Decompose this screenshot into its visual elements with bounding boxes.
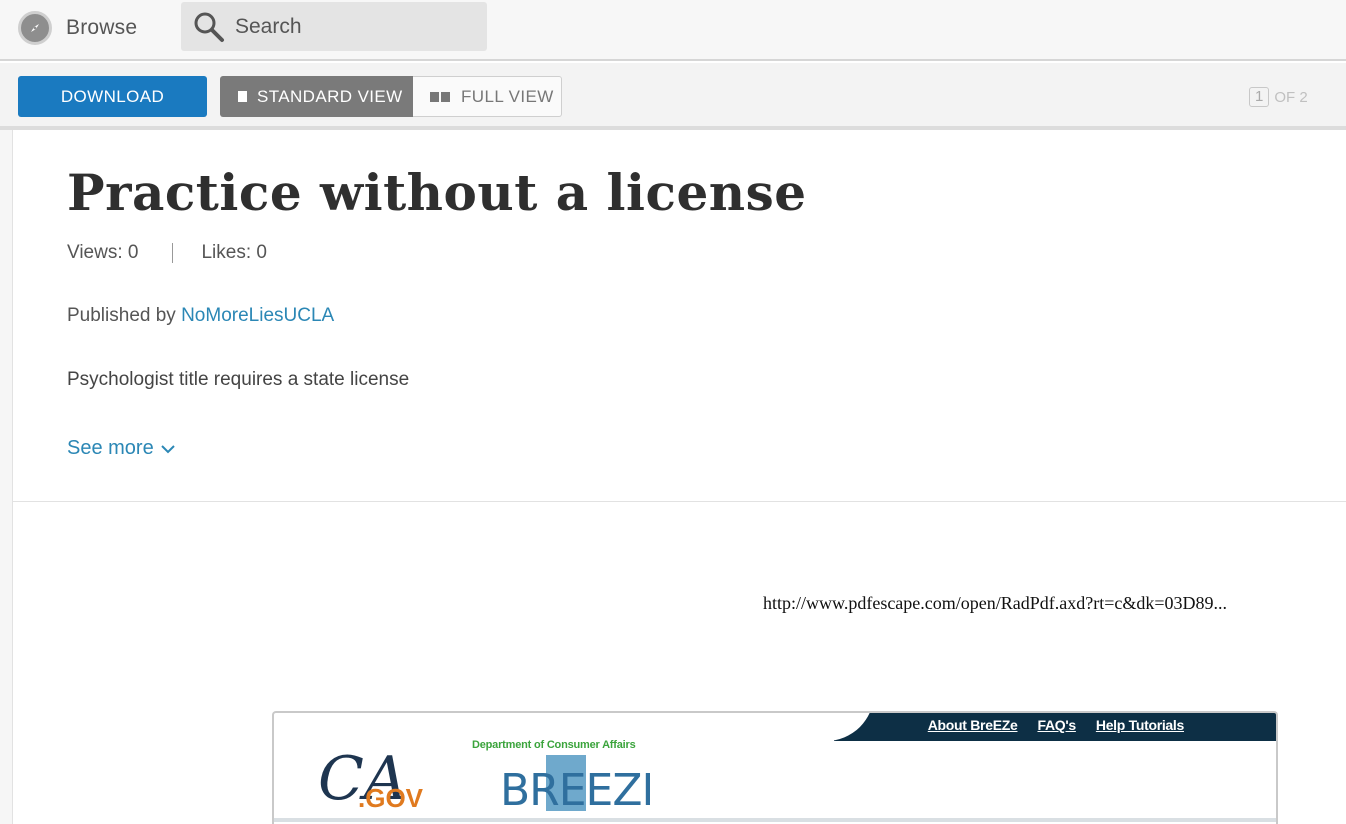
- current-page-box[interactable]: 1: [1249, 87, 1270, 107]
- page-indicator: 1 OF 2: [1249, 87, 1308, 107]
- standard-view-label: STANDARD VIEW: [257, 86, 403, 106]
- left-gutter: [0, 130, 12, 824]
- left-border: [12, 130, 13, 824]
- stats-separator: [172, 243, 174, 263]
- see-more-link[interactable]: See more: [67, 437, 176, 460]
- document-description: Psychologist title requires a state lice…: [67, 369, 410, 390]
- document-title: Practice without a license: [67, 163, 807, 222]
- about-breeze-link[interactable]: About BreEZe: [928, 717, 1018, 733]
- full-view-label: FULL VIEW: [461, 86, 554, 106]
- double-page-icon: [430, 91, 452, 102]
- ca-gov-logo: CA .GOV: [318, 744, 424, 813]
- published-prefix: Published by: [67, 305, 176, 326]
- breeze-page-header: About BreEZe FAQ's Help Tutorials CA .GO…: [272, 711, 1278, 824]
- content-divider: [13, 501, 1346, 502]
- chevron-down-icon: [161, 444, 175, 453]
- search-label: Search: [235, 14, 302, 38]
- likes-count: Likes: 0: [201, 242, 267, 263]
- breeze-header-rule: [274, 818, 1276, 822]
- page-header-url: http://www.pdfescape.com/open/RadPdf.axd…: [763, 593, 1228, 613]
- download-button[interactable]: DOWNLOAD: [18, 76, 207, 117]
- published-by: Published by NoMoreLiesUCLA: [67, 305, 334, 327]
- views-count: Views: 0: [67, 242, 139, 263]
- svg-text:BREEZE: BREEZE: [500, 765, 650, 813]
- standard-view-button[interactable]: STANDARD VIEW: [220, 76, 413, 117]
- faqs-link[interactable]: FAQ's: [1037, 717, 1076, 733]
- compass-icon: [18, 11, 52, 45]
- dca-label: Department of Consumer Affairs: [472, 739, 636, 751]
- breeze-logo: BREEZE: [500, 755, 650, 813]
- svg-text:.GOV: .GOV: [358, 783, 424, 813]
- magnifier-icon: [193, 11, 225, 43]
- view-toggle: STANDARD VIEW FULL VIEW: [220, 76, 562, 117]
- page-total: OF 2: [1274, 88, 1308, 106]
- browse-button[interactable]: Browse: [18, 10, 137, 46]
- browse-label: Browse: [66, 16, 138, 39]
- search-bar[interactable]: Search: [181, 2, 487, 51]
- document-stats: Views: 0 Likes: 0: [67, 242, 267, 264]
- breeze-nav-links: About BreEZe FAQ's Help Tutorials: [928, 717, 1185, 733]
- help-tutorials-link[interactable]: Help Tutorials: [1096, 717, 1184, 733]
- publisher-link[interactable]: NoMoreLiesUCLA: [181, 305, 334, 326]
- top-navigation-bar: Browse Search: [0, 0, 1346, 61]
- single-page-icon: [238, 91, 247, 102]
- full-view-button[interactable]: FULL VIEW: [413, 76, 562, 117]
- document-toolbar: DOWNLOAD STANDARD VIEW FULL VIEW 1 OF 2: [0, 63, 1346, 130]
- see-more-label: See more: [67, 437, 154, 459]
